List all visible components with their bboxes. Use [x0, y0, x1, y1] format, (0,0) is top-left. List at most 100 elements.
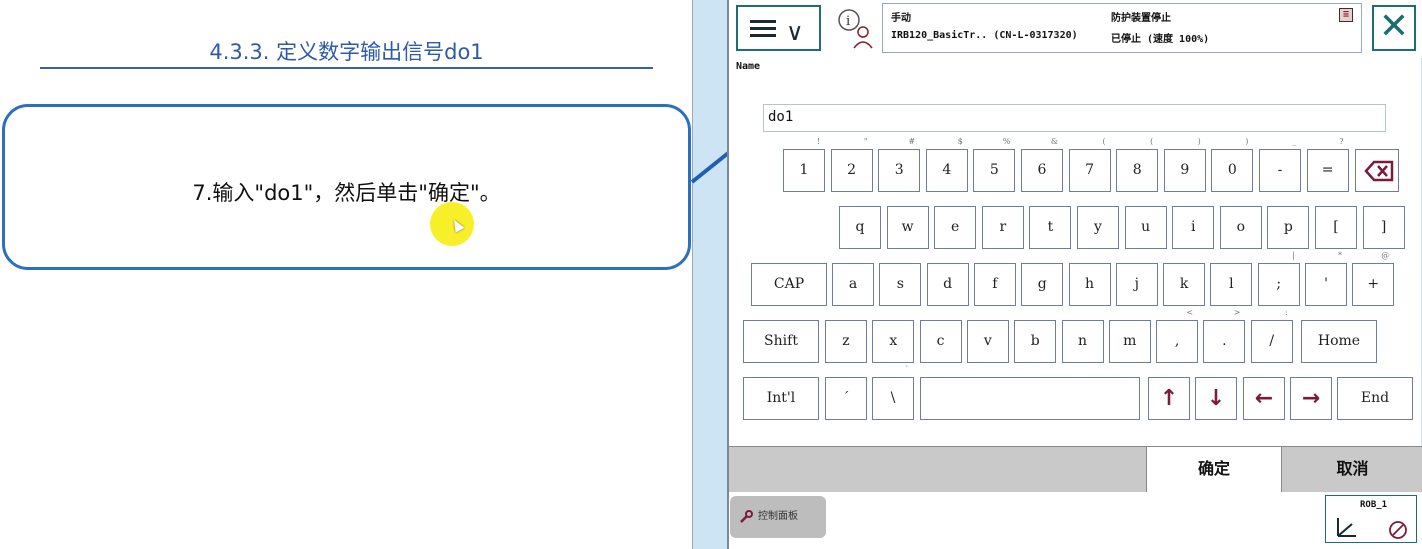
key-row2-10[interactable]: [: [1315, 206, 1357, 249]
key-row5-4[interactable]: ↑: [1148, 377, 1190, 420]
key-shift-label: <: [1186, 308, 1194, 317]
key-row2-3[interactable]: r: [981, 206, 1024, 249]
key-row3-9[interactable]: l: [1210, 263, 1253, 306]
key-label: 2: [847, 162, 857, 178]
key-row2-2[interactable]: e: [934, 206, 977, 249]
name-input[interactable]: do1: [763, 104, 1386, 132]
quickset-status-icon[interactable]: ≡: [1339, 8, 1353, 22]
key-shift-label: !: [816, 137, 820, 146]
key-row1-9[interactable]: 0): [1211, 137, 1254, 192]
key-shift-label: >: [1233, 308, 1241, 317]
key-label: f: [992, 276, 998, 292]
key-row4-7[interactable]: m: [1108, 320, 1151, 363]
key-row1-1[interactable]: 2 ": [830, 137, 873, 192]
key-label: 8: [1132, 162, 1142, 178]
key-row5-0[interactable]: Int'l: [743, 377, 819, 420]
key-row2-4[interactable]: t: [1029, 206, 1072, 249]
key-shift-label: %: [1002, 137, 1011, 146]
key-row1-5[interactable]: 6 &: [1021, 137, 1063, 192]
key-row2-7[interactable]: i: [1172, 206, 1215, 249]
key-row3-10[interactable]: ; |: [1257, 251, 1300, 306]
key-row2-11[interactable]: ]: [1362, 206, 1405, 249]
key-row4-3[interactable]: c: [919, 320, 962, 363]
key-row4-5[interactable]: b: [1014, 320, 1057, 363]
key-row3-3[interactable]: d: [926, 263, 969, 306]
menu-icon: [750, 20, 776, 41]
mechanical-unit-widget[interactable]: ROB_1: [1325, 495, 1417, 543]
key-row5-7[interactable]: →: [1290, 377, 1332, 420]
key-row4-2[interactable]: x: [872, 320, 915, 363]
key-row3-2[interactable]: s: [879, 263, 922, 306]
key-row1-3[interactable]: 4 $: [925, 137, 968, 192]
key-label: +: [1367, 276, 1380, 292]
key-label: ]: [1380, 219, 1387, 235]
key-row5-3[interactable]: [920, 377, 1140, 420]
key-row3-1[interactable]: a: [832, 263, 874, 306]
main-menu-button[interactable]: ∨: [736, 5, 821, 51]
key-row2-6[interactable]: u: [1124, 206, 1167, 249]
key-row1-0[interactable]: 1!: [783, 137, 825, 192]
key-row2-8[interactable]: o: [1219, 206, 1262, 249]
key-row4-10[interactable]: /:: [1250, 308, 1293, 363]
key-row5-6[interactable]: ←: [1243, 377, 1285, 420]
key-row1-4[interactable]: 5%: [973, 137, 1016, 192]
key-row4-4[interactable]: v: [966, 320, 1009, 363]
key-label: y: [1094, 219, 1102, 235]
key-row4-6[interactable]: n: [1061, 320, 1104, 363]
key-row5-2[interactable]: \ `: [872, 365, 914, 420]
key-row3-11[interactable]: ' *: [1305, 251, 1347, 306]
top-bar: ∨ i 手动 IRB120_BasicTr.. (CN-L-0317320) 防…: [729, 0, 1422, 58]
key-label: 4: [942, 162, 952, 178]
wrench-icon: [740, 510, 753, 523]
key-row3-8[interactable]: k: [1163, 263, 1206, 306]
key-row5-8[interactable]: End: [1337, 377, 1413, 420]
key-row4-0[interactable]: Shift: [743, 320, 819, 363]
key-label: d: [943, 276, 953, 292]
key-label: u: [1141, 219, 1151, 235]
close-button[interactable]: ✕: [1372, 5, 1416, 51]
key-shift-label: &: [1050, 137, 1058, 146]
key-label: v: [983, 333, 992, 349]
key-row1-2[interactable]: 3 #: [878, 137, 921, 192]
event-log-icon[interactable]: i: [836, 8, 876, 50]
key-row5-1[interactable]: ´: [825, 377, 867, 420]
key-label: p: [1283, 219, 1293, 235]
name-label: Name: [736, 61, 761, 72]
confirm-button[interactable]: 确定: [1146, 447, 1282, 493]
key-label: 5: [989, 162, 999, 178]
key-row4-9[interactable]: . >: [1203, 308, 1246, 363]
key-row3-6[interactable]: h: [1068, 263, 1111, 306]
key-row3-0[interactable]: CAP: [751, 263, 827, 306]
key-row3-4[interactable]: f: [973, 263, 1016, 306]
key-label: [: [1333, 219, 1339, 235]
key-row1-10[interactable]: - _: [1259, 137, 1301, 192]
key-label: x: [889, 333, 898, 349]
key-row1-8[interactable]: 9): [1163, 137, 1206, 192]
key-row5-5[interactable]: ↓: [1195, 377, 1237, 420]
key-row1-7[interactable]: 8(: [1116, 137, 1159, 192]
backspace-key[interactable]: [1355, 149, 1399, 192]
key-row2-0[interactable]: q: [839, 206, 881, 249]
key-row4-1[interactable]: z: [825, 320, 867, 363]
control-panel-button[interactable]: 控制面板: [730, 496, 826, 538]
key-label: i: [1190, 219, 1196, 235]
key-row2-1[interactable]: w: [886, 206, 929, 249]
key-row1-6[interactable]: 7(: [1068, 137, 1111, 192]
key-row4-8[interactable]: , <: [1156, 308, 1199, 363]
key-label: .: [1222, 333, 1227, 349]
key-row2-5[interactable]: y: [1077, 206, 1119, 249]
key-row2-9[interactable]: p: [1267, 206, 1310, 249]
key-label: w: [901, 219, 914, 235]
key-shift-label: (: [1102, 137, 1106, 146]
key-row4-11[interactable]: Home: [1301, 320, 1377, 363]
key-shift-label: ): [1245, 137, 1249, 146]
key-label: 1: [799, 162, 809, 178]
key-row3-7[interactable]: j: [1115, 263, 1158, 306]
key-row1-11[interactable]: =?: [1306, 137, 1349, 192]
key-row3-5[interactable]: g: [1021, 263, 1064, 306]
key-row3-12[interactable]: + @: [1352, 251, 1395, 306]
key-shift-label: _: [1292, 137, 1296, 146]
key-label: CAP: [773, 276, 805, 292]
key-label: e: [951, 219, 960, 235]
cancel-button[interactable]: 取消: [1282, 447, 1422, 493]
